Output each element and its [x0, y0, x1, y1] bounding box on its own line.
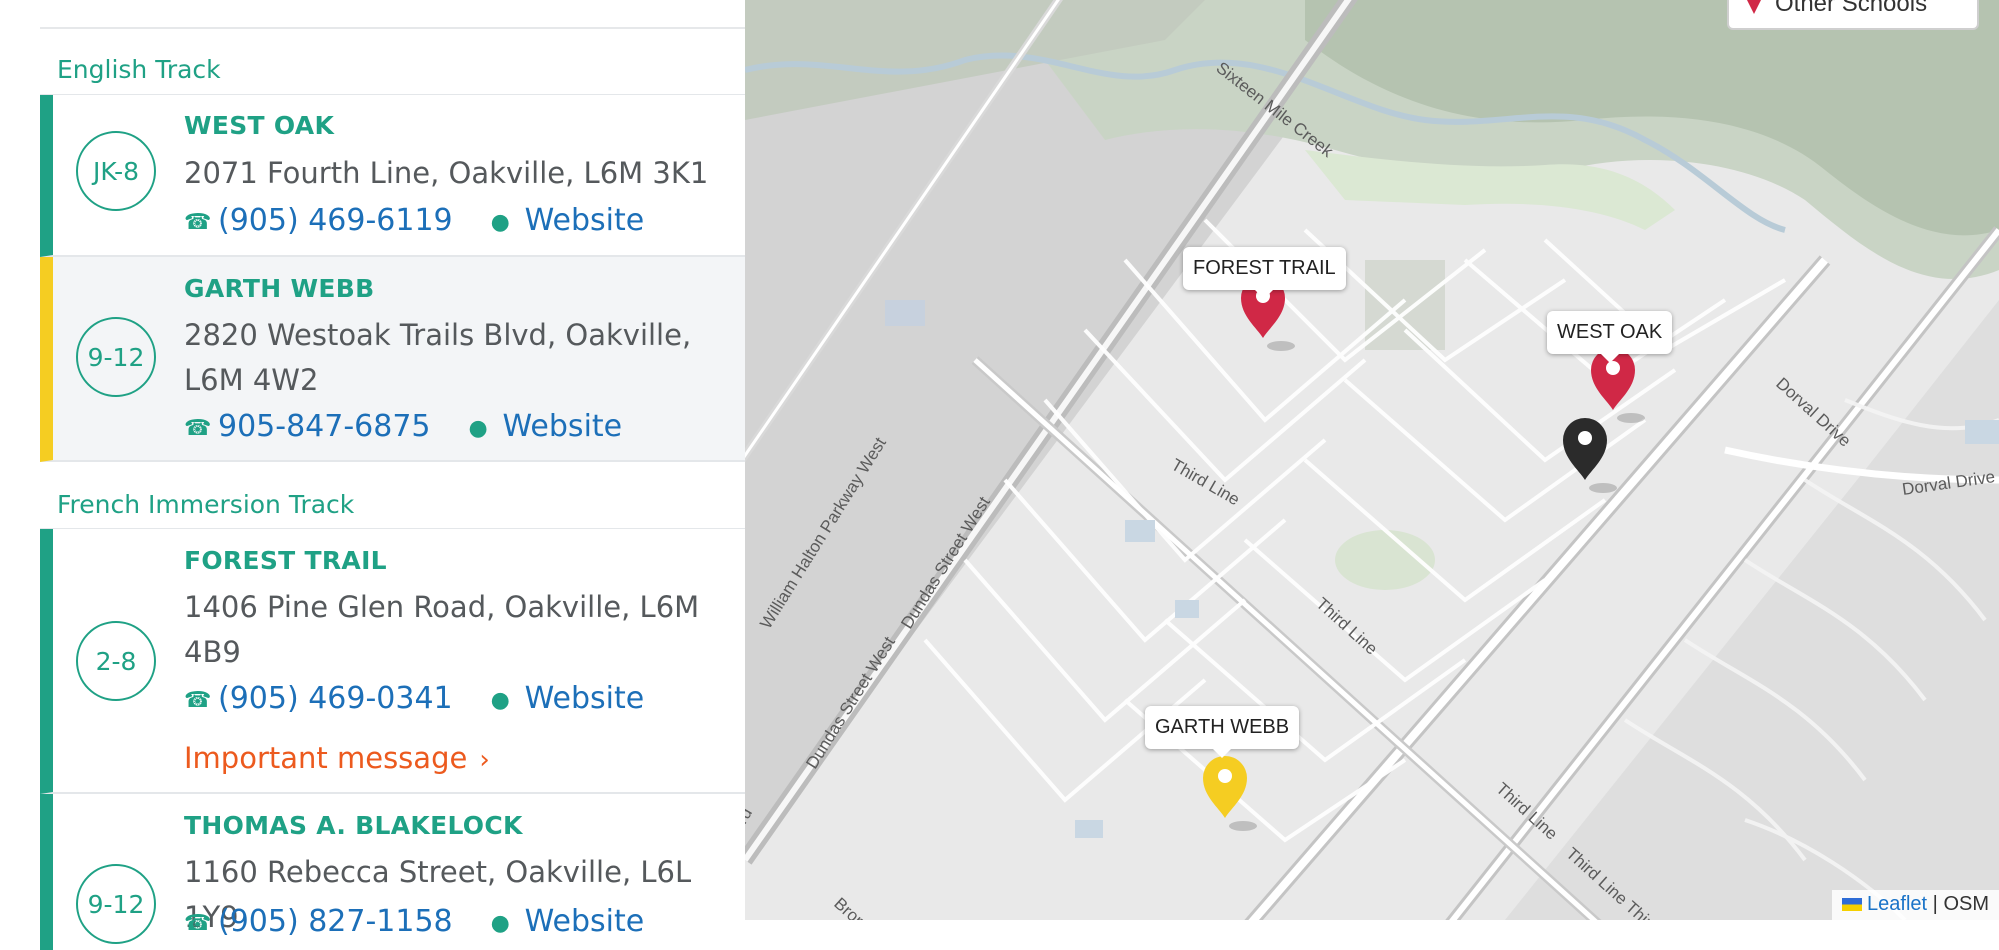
school-name[interactable]: FOREST TRAIL — [184, 546, 387, 575]
school-map[interactable]: Sixteen Mile Creek Third Line Third Line… — [745, 0, 1999, 920]
contact-row: ☎ (905) 827-1158 ● Website — [184, 904, 644, 939]
contact-row: ☎ 905-847-6875 ● Website — [184, 409, 622, 444]
message-label: Important message — [184, 741, 468, 775]
grade-badge: 9-12 — [76, 864, 156, 944]
phone-icon: ☎ — [184, 210, 212, 235]
phone-link[interactable]: 905-847-6875 — [218, 409, 431, 444]
leaflet-link[interactable]: Leaflet — [1867, 893, 1927, 915]
attribution-separator: | — [1932, 893, 1938, 915]
phone-icon: ☎ — [184, 911, 212, 936]
website-link[interactable]: Website — [503, 409, 623, 444]
school-card-forest-trail: 2-8 FOREST TRAIL 1406 Pine Glen Road, Oa… — [40, 529, 745, 794]
map-pin-icon — [1747, 0, 1761, 14]
contact-row: ☎ (905) 469-6119 ● Website — [184, 203, 644, 238]
school-card-garth-webb: 9-12 GARTH WEBB 2820 Westoak Trails Blvd… — [40, 257, 745, 462]
osm-credit: OSM — [1943, 893, 1989, 915]
map-legend: Other Schools — [1727, 0, 1979, 30]
website-link[interactable]: Website — [525, 681, 645, 716]
phone-icon: ☎ — [184, 416, 212, 441]
school-name[interactable]: WEST OAK — [184, 111, 334, 140]
grade-badge: 9-12 — [76, 317, 156, 397]
grade-badge: 2-8 — [76, 621, 156, 701]
divider — [40, 27, 745, 29]
contact-row: ☎ (905) 469-0341 ● Website — [184, 681, 644, 716]
school-list-panel: English Track JK-8 WEST OAK 2071 Fourth … — [0, 0, 745, 950]
grade-badge: JK-8 — [76, 131, 156, 211]
website-link[interactable]: Website — [525, 904, 645, 939]
globe-icon: ● — [468, 416, 488, 441]
french-track-heading: French Immersion Track — [57, 490, 355, 519]
phone-link[interactable]: (905) 827-1158 — [218, 904, 453, 939]
phone-link[interactable]: (905) 469-6119 — [218, 203, 453, 238]
legend-label: Other Schools — [1775, 0, 1928, 17]
english-track-heading: English Track — [57, 55, 221, 84]
school-name[interactable]: GARTH WEBB — [184, 274, 374, 303]
map-label-garth-webb[interactable]: GARTH WEBB — [1145, 706, 1300, 758]
phone-link[interactable]: (905) 469-0341 — [218, 681, 453, 716]
map-label-west-oak[interactable]: WEST OAK — [1547, 311, 1673, 363]
school-card-west-oak: JK-8 WEST OAK 2071 Fourth Line, Oakville… — [40, 95, 745, 257]
globe-icon: ● — [490, 911, 510, 936]
ukraine-flag-icon — [1842, 898, 1863, 911]
school-card-thomas-a-blakelock: 9-12 THOMAS A. BLAKELOCK 1160 Rebecca St… — [40, 794, 745, 950]
school-address: 2820 Westoak Trails Blvd, Oakville, L6M … — [184, 318, 692, 397]
website-link[interactable]: Website — [525, 203, 645, 238]
chevron-right-icon: › — [479, 745, 490, 775]
school-address: 2071 Fourth Line, Oakville, L6M 3K1 — [184, 156, 709, 190]
map-tiles: Sixteen Mile Creek Third Line Third Line… — [745, 0, 1999, 920]
phone-icon: ☎ — [184, 688, 212, 713]
globe-icon: ● — [490, 688, 510, 713]
globe-icon: ● — [490, 210, 510, 235]
clipped-previous-text — [40, 0, 745, 8]
important-message-link[interactable]: Important message › — [184, 741, 490, 775]
map-attribution: Leaflet | OSM — [1832, 890, 1999, 920]
map-label-forest-trail[interactable]: FOREST TRAIL — [1183, 247, 1346, 299]
school-address: 1406 Pine Glen Road, Oakville, L6M 4B9 — [184, 590, 700, 669]
school-name[interactable]: THOMAS A. BLAKELOCK — [184, 811, 523, 840]
